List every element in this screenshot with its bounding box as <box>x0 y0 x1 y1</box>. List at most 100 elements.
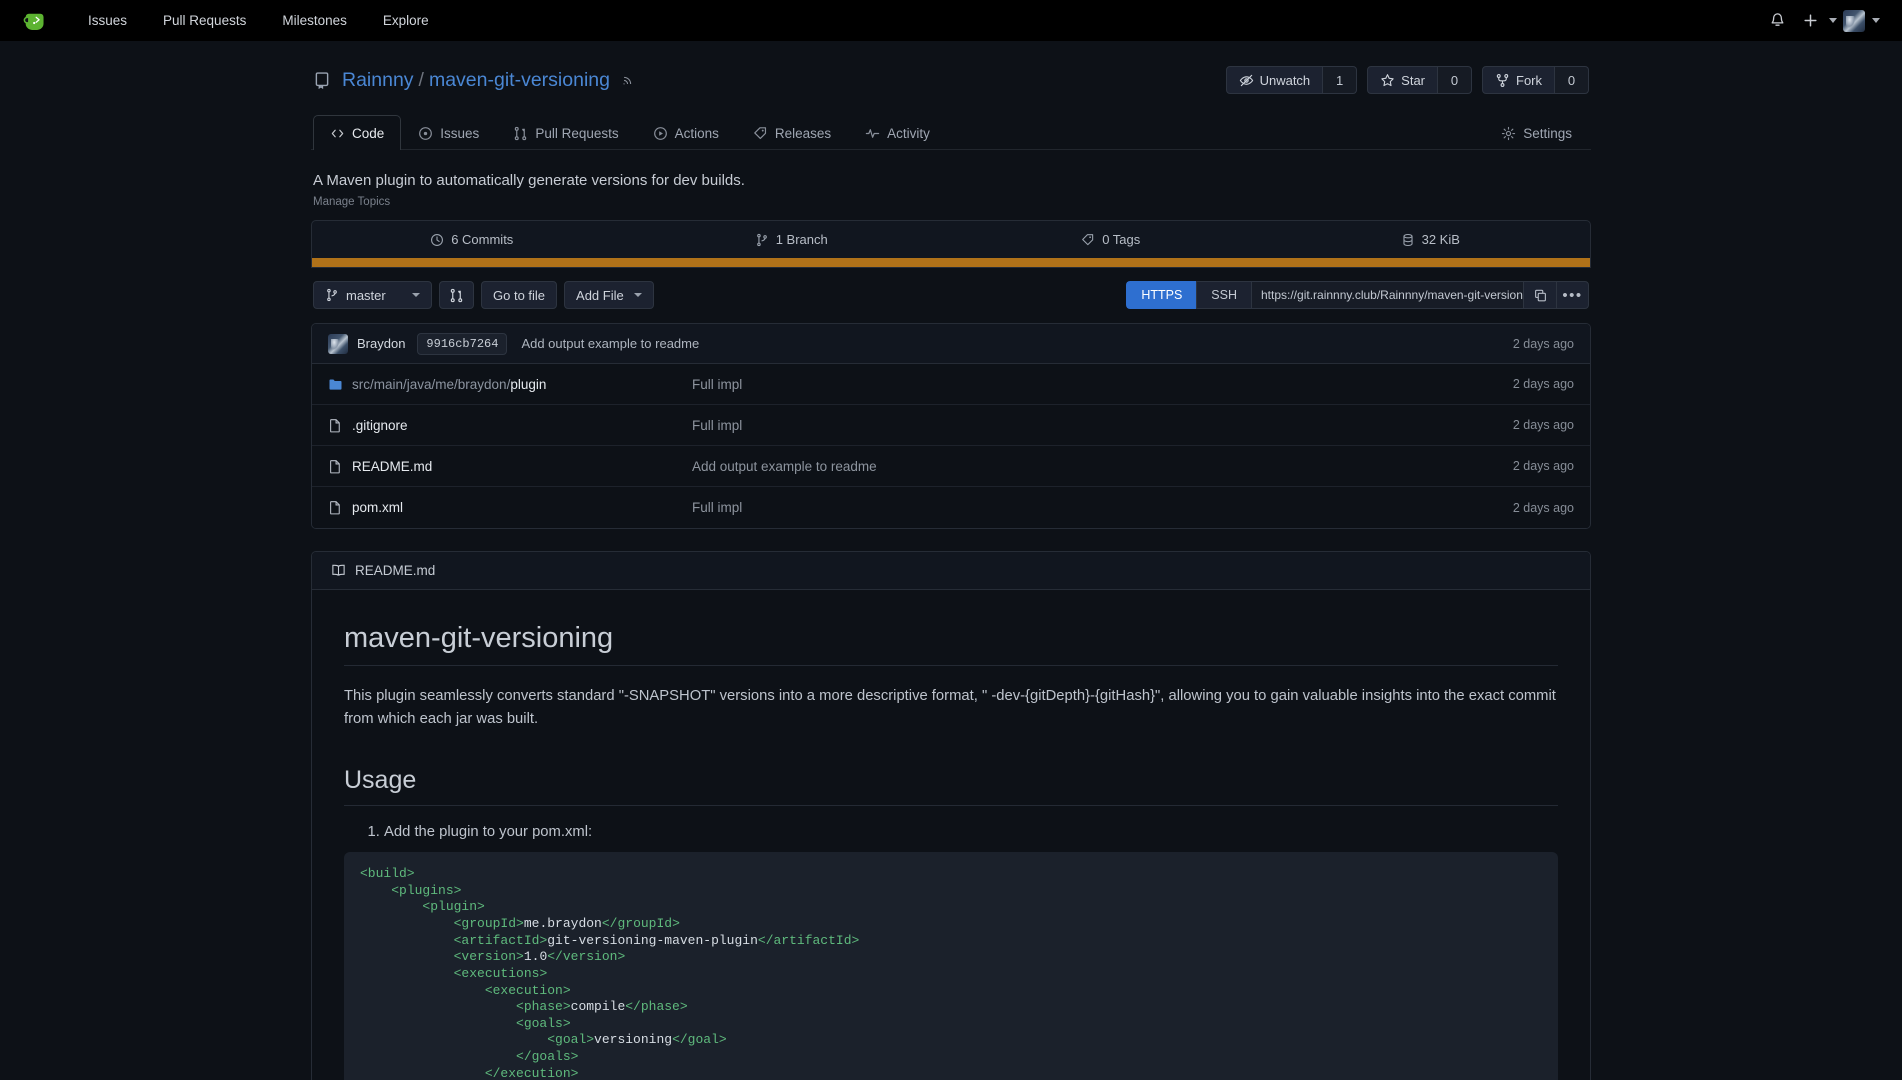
stat-tags-label: 0 Tags <box>1102 232 1140 247</box>
history-glyph <box>430 233 444 247</box>
repo-description: A Maven plugin to automatically generate… <box>313 171 1589 191</box>
code-icon <box>330 126 345 141</box>
breadcrumb: Rainnny / maven-git-versioning <box>342 69 610 92</box>
gitea-logo-icon <box>22 8 48 34</box>
tab-actions[interactable]: Actions <box>636 115 736 150</box>
folder-icon <box>328 377 352 392</box>
stat-commits[interactable]: 6 Commits <box>312 221 632 258</box>
clone-ssh-tab[interactable]: SSH <box>1196 281 1251 309</box>
commit-author-name[interactable]: Braydon <box>357 336 405 351</box>
commit-message[interactable]: Add output example to readme <box>521 336 699 351</box>
file-icon <box>328 500 352 515</box>
nav-link-explore[interactable]: Explore <box>365 0 447 41</box>
fork-count[interactable]: 0 <box>1555 66 1589 94</box>
page-container: Rainnny / maven-git-versioning Unwatch <box>311 41 1591 1080</box>
clone-panel: HTTPS SSH https://git.rainnny.club/Rainn… <box>1126 281 1589 309</box>
stat-size[interactable]: 32 KiB <box>1271 221 1591 258</box>
file-name[interactable]: README.md <box>352 459 692 474</box>
star-count[interactable]: 0 <box>1438 66 1472 94</box>
nav-link-issues[interactable]: Issues <box>70 0 145 41</box>
nav-link-milestones[interactable]: Milestones <box>264 0 365 41</box>
file-name[interactable]: src/main/java/me/braydon/plugin <box>352 377 692 392</box>
star-label: Star <box>1401 73 1425 88</box>
file-path-leaf: pom.xml <box>352 500 403 515</box>
user-menu-button[interactable] <box>1840 6 1868 36</box>
add-file-label: Add File <box>576 288 624 303</box>
repo-name-link[interactable]: maven-git-versioning <box>429 69 610 92</box>
go-to-file-button[interactable]: Go to file <box>481 281 557 309</box>
repo-description-block: A Maven plugin to automatically generate… <box>311 150 1591 210</box>
git-pull-request-icon <box>449 288 464 303</box>
table-row[interactable]: pom.xml Full impl 2 days ago <box>312 487 1590 528</box>
file-path-leaf: README.md <box>352 459 432 474</box>
repo-stats-row: 6 Commits 1 Branch 0 Tags <box>312 221 1590 258</box>
file-commit-message[interactable]: Add output example to readme <box>692 459 1513 474</box>
stat-tags[interactable]: 0 Tags <box>951 221 1271 258</box>
clone-url-input[interactable]: https://git.rainnny.club/Rainnny/maven-g… <box>1251 281 1523 309</box>
branch-selector[interactable]: master <box>313 281 432 309</box>
git-pull-request-icon <box>513 126 528 141</box>
pulse-glyph <box>865 126 880 141</box>
list-item: Add the plugin to your pom.xml: <box>384 824 1558 840</box>
file-commit-message[interactable]: Full impl <box>692 418 1513 433</box>
clone-more-options-button[interactable]: ••• <box>1556 281 1589 309</box>
file-glyph <box>328 459 343 474</box>
top-navigation-bar: Issues Pull Requests Milestones Explore <box>0 0 1902 41</box>
tab-issues-label: Issues <box>440 126 479 141</box>
commit-hash[interactable]: 9916cb7264 <box>417 333 507 355</box>
add-file-button[interactable]: Add File <box>564 281 654 309</box>
stat-branches[interactable]: 1 Branch <box>632 221 952 258</box>
eye-closed-icon <box>1239 73 1254 88</box>
file-path-leaf: plugin <box>510 377 546 392</box>
gitea-logo[interactable] <box>18 8 52 34</box>
fork-button[interactable]: Fork <box>1482 66 1555 94</box>
rss-icon[interactable] <box>621 73 635 87</box>
tab-code[interactable]: Code <box>313 115 401 150</box>
copy-url-button[interactable] <box>1523 281 1556 309</box>
xml-snippet: <build> <plugins> <plugin> <groupId>me.b… <box>360 866 859 1080</box>
tab-issues[interactable]: Issues <box>401 115 496 150</box>
play-glyph <box>653 126 668 141</box>
tab-settings-label: Settings <box>1523 126 1572 141</box>
create-menu-chevron-down-icon[interactable] <box>1829 18 1837 23</box>
tab-settings[interactable]: Settings <box>1484 115 1589 150</box>
bell-icon <box>1769 12 1786 29</box>
tab-pull-requests[interactable]: Pull Requests <box>496 115 635 150</box>
avatar <box>1843 10 1865 32</box>
table-row[interactable]: .gitignore Full impl 2 days ago <box>312 405 1590 446</box>
file-name[interactable]: pom.xml <box>352 500 692 515</box>
repo-stats-bar: 6 Commits 1 Branch 0 Tags <box>311 220 1591 268</box>
file-commit-message[interactable]: Full impl <box>692 377 1513 392</box>
manage-topics-link[interactable]: Manage Topics <box>313 196 390 208</box>
unwatch-button[interactable]: Unwatch <box>1226 66 1324 94</box>
file-timestamp: 2 days ago <box>1513 501 1574 515</box>
code-glyph <box>330 126 345 141</box>
issue-opened-icon <box>418 126 433 141</box>
file-name[interactable]: .gitignore <box>352 418 692 433</box>
clone-https-tab[interactable]: HTTPS <box>1126 281 1196 309</box>
tab-releases[interactable]: Releases <box>736 115 848 150</box>
readme-filename[interactable]: README.md <box>355 563 435 578</box>
folder-glyph <box>328 377 343 392</box>
branch-icon <box>325 288 339 302</box>
table-row[interactable]: README.md Add output example to readme 2… <box>312 446 1590 487</box>
nav-link-pull-requests[interactable]: Pull Requests <box>145 0 264 41</box>
watch-button-group: Unwatch 1 <box>1226 66 1358 94</box>
notifications-button[interactable] <box>1762 6 1792 36</box>
tag-icon <box>753 126 768 141</box>
add-file-chevron-down-icon <box>634 293 642 297</box>
watch-count[interactable]: 1 <box>1323 66 1357 94</box>
user-menu-chevron-down-icon[interactable] <box>1872 18 1880 23</box>
tab-activity-label: Activity <box>887 126 930 141</box>
file-commit-message[interactable]: Full impl <box>692 500 1513 515</box>
create-new-button[interactable] <box>1795 6 1825 36</box>
tab-code-label: Code <box>352 126 384 141</box>
file-path-prefix: src/main/java/me/braydon/ <box>352 377 510 392</box>
star-button[interactable]: Star <box>1367 66 1438 94</box>
tab-activity[interactable]: Activity <box>848 115 947 150</box>
readme-content: maven-git-versioning This plugin seamles… <box>312 590 1590 1080</box>
create-pull-request-button[interactable] <box>439 281 474 309</box>
star-button-group: Star 0 <box>1367 66 1472 94</box>
table-row[interactable]: src/main/java/me/braydon/plugin Full imp… <box>312 364 1590 405</box>
repo-owner-link[interactable]: Rainnny <box>342 69 414 92</box>
